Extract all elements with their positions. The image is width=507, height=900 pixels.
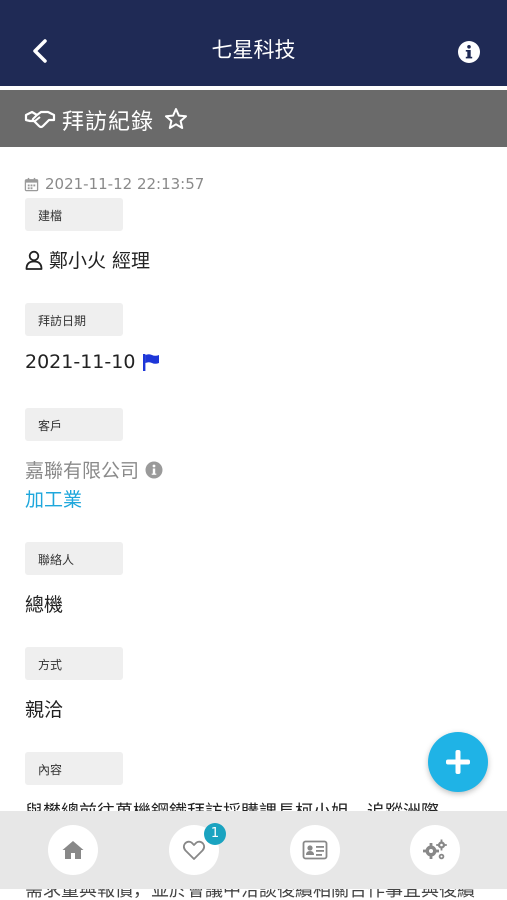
id-card-icon xyxy=(302,840,328,860)
customer-industry-link[interactable]: 加工業 xyxy=(25,485,82,512)
bottom-nav xyxy=(0,811,507,889)
calendar-icon xyxy=(24,177,39,191)
field-label-content: 內容 xyxy=(25,752,123,785)
field-label-visit-date: 拜訪日期 xyxy=(25,303,123,336)
timestamp-row: 2021-11-12 22:13:57 xyxy=(24,175,204,193)
field-value-creator: 鄭小火 經理 xyxy=(25,246,150,273)
nav-contacts[interactable] xyxy=(290,825,340,875)
customer-name: 嘉聯有限公司 xyxy=(25,460,140,482)
nav-settings[interactable] xyxy=(410,825,460,875)
visit-date: 2021-11-10 xyxy=(25,351,136,373)
field-value-content-more: 需求量與報價，並於會議中洽談後續相關合作事宜與後續 xyxy=(25,888,475,900)
info-circle-icon xyxy=(458,41,480,63)
creator-name: 鄭小火 經理 xyxy=(49,250,151,272)
nav-home[interactable] xyxy=(48,825,98,875)
favorites-count-badge: 1 xyxy=(204,823,226,845)
field-value-contact: 總機 xyxy=(25,594,64,616)
field-label-customer: 客戶 xyxy=(25,408,123,441)
handshake-icon xyxy=(24,110,56,129)
info-circle-icon[interactable] xyxy=(145,461,163,479)
heart-icon xyxy=(182,840,206,860)
star-outline-icon xyxy=(165,108,187,129)
app-title: 七星科技 xyxy=(211,38,296,62)
favorite-button[interactable] xyxy=(164,107,188,131)
section-title: 拜訪紀錄 xyxy=(62,110,155,135)
field-value-customer[interactable]: 嘉聯有限公司 xyxy=(25,456,163,483)
home-icon xyxy=(62,841,84,859)
field-label-method: 方式 xyxy=(25,647,123,680)
add-button[interactable] xyxy=(428,732,488,792)
person-icon xyxy=(25,250,43,270)
section-icon xyxy=(24,106,56,132)
timestamp-text: 2021-11-12 22:13:57 xyxy=(45,175,205,193)
field-label-creator: 建檔 xyxy=(25,198,123,231)
gears-icon xyxy=(423,839,447,860)
record-content: 2021-11-12 22:13:57 建檔 鄭小火 經理 拜訪日期 2021-… xyxy=(0,147,507,900)
section-header: 拜訪紀錄 xyxy=(0,90,507,147)
flag-icon xyxy=(143,354,160,371)
info-button[interactable] xyxy=(457,40,481,64)
plus-icon xyxy=(446,750,470,774)
field-value-method: 親洽 xyxy=(25,699,64,721)
top-bar: 七星科技 xyxy=(0,0,507,86)
field-value-visit-date: 2021-11-10 xyxy=(25,351,161,373)
field-label-contact: 聯絡人 xyxy=(25,542,123,575)
